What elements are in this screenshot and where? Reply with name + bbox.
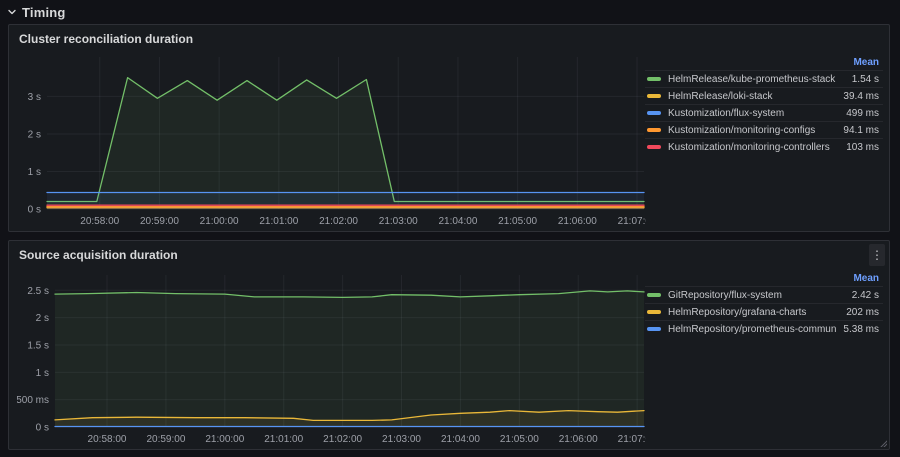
svg-text:2.5 s: 2.5 s [27, 286, 49, 297]
legend-rows: GitRepository/flux-system 2.42 s HelmRepos… [645, 286, 883, 337]
series-name: Kustomization/flux-system [668, 108, 840, 119]
series-color-swatch [647, 327, 661, 331]
legend-item[interactable]: HelmRepository/grafana-charts 202 ms [645, 303, 883, 320]
svg-text:20:59:00: 20:59:00 [140, 216, 179, 227]
legend-item[interactable]: Kustomization/flux-system 499 ms [645, 104, 883, 121]
series-color-swatch [647, 94, 661, 98]
series-color-swatch [647, 310, 661, 314]
series-mean-value: 1.54 s [852, 74, 879, 85]
series-name: Kustomization/monitoring-configs [668, 125, 837, 136]
svg-text:21:00:00: 21:00:00 [200, 216, 239, 227]
series-name: HelmRelease/loki-stack [668, 91, 837, 102]
svg-text:2 s: 2 s [36, 313, 49, 324]
svg-text:21:07:00: 21:07:00 [618, 216, 646, 227]
series-name: HelmRepository/prometheus-community [668, 324, 837, 335]
svg-text:21:07:00: 21:07:00 [618, 434, 646, 445]
row-header-timing[interactable]: Timing [6, 2, 66, 22]
legend-table: Mean GitRepository/flux-system 2.42 s Helm… [645, 271, 883, 337]
svg-text:21:01:00: 21:01:00 [264, 434, 303, 445]
svg-text:1 s: 1 s [28, 167, 41, 178]
panel-title[interactable]: Cluster reconciliation duration [9, 32, 193, 46]
panel-title[interactable]: Source acquisition duration [9, 248, 178, 262]
legend-item[interactable]: HelmRelease/kube-prometheus-stack 1.54 s [645, 70, 883, 87]
svg-text:21:03:00: 21:03:00 [379, 216, 418, 227]
legend-item[interactable]: HelmRepository/prometheus-community 5.38 … [645, 320, 883, 337]
svg-text:21:02:00: 21:02:00 [319, 216, 358, 227]
svg-text:21:06:00: 21:06:00 [559, 434, 598, 445]
time-series-plot[interactable]: 0 s 500 ms 1 s 1.5 s 2 s 2.5 s 20:58:00 20:59:0… [17, 269, 646, 449]
section-title: Timing [22, 5, 66, 20]
panel-menu-icon[interactable]: ⋮ [869, 244, 885, 266]
svg-text:21:03:00: 21:03:00 [382, 434, 421, 445]
svg-text:3 s: 3 s [28, 92, 41, 103]
series-mean-value: 5.38 ms [843, 324, 879, 335]
series-mean-value: 2.42 s [852, 290, 879, 301]
panel-resize-handle[interactable] [878, 438, 887, 447]
chevron-down-icon [6, 6, 18, 18]
svg-text:21:04:00: 21:04:00 [441, 434, 480, 445]
panel-cluster-reconciliation-duration: Cluster reconciliation duration 0 s 1 s 2 … [8, 24, 890, 232]
legend-rows: HelmRelease/kube-prometheus-stack1.54 sH… [645, 70, 883, 155]
series-mean-value: 499 ms [846, 108, 879, 119]
svg-text:20:59:00: 20:59:00 [146, 434, 185, 445]
legend-item[interactable]: GitRepository/flux-system 2.42 s [645, 286, 883, 303]
legend-mean-header[interactable]: Mean [645, 271, 883, 286]
svg-text:0 s: 0 s [28, 205, 41, 216]
svg-text:21:01:00: 21:01:00 [259, 216, 298, 227]
svg-text:21:05:00: 21:05:00 [498, 216, 537, 227]
panel-header: Cluster reconciliation duration [9, 25, 889, 53]
svg-text:21:00:00: 21:00:00 [205, 434, 244, 445]
series-color-swatch [647, 77, 661, 81]
series-mean-value: 103 ms [846, 142, 879, 153]
svg-text:21:05:00: 21:05:00 [500, 434, 539, 445]
chart-canvas[interactable]: 0 s 1 s 2 s 3 s 20:58:00 20:59:00 21:00:00 21:0… [17, 53, 646, 231]
svg-text:0 s: 0 s [36, 423, 49, 434]
series-color-swatch [647, 145, 661, 149]
series-name: HelmRepository/grafana-charts [668, 307, 840, 318]
chart-canvas[interactable]: 0 s 500 ms 1 s 1.5 s 2 s 2.5 s 20:58:00 20:59:0… [17, 269, 646, 449]
legend-item[interactable]: HelmRelease/loki-stack 39.4 ms [645, 87, 883, 104]
series-color-swatch [647, 293, 661, 297]
legend-table: Mean HelmRelease/kube-prometheus-stack 1.… [645, 55, 883, 155]
series-mean-value: 39.4 ms [843, 91, 879, 102]
svg-text:21:02:00: 21:02:00 [323, 434, 362, 445]
svg-text:20:58:00: 20:58:00 [88, 434, 127, 445]
series-mean-value: 202 ms [846, 307, 879, 318]
legend-mean-header[interactable]: Mean [645, 55, 883, 70]
series-color-swatch [647, 128, 661, 132]
series-mean-value: 94.1 ms [843, 125, 879, 136]
grafana-dashboard: Timing Cluster reconciliation duration 0… [0, 0, 900, 457]
time-series-plot[interactable]: 0 s 1 s 2 s 3 s 20:58:00 20:59:00 21:00:00 21:0… [17, 53, 646, 231]
legend-item[interactable]: Kustomization/monitoring-controllers 103 … [645, 138, 883, 155]
svg-text:1 s: 1 s [36, 368, 49, 379]
series-color-swatch [647, 111, 661, 115]
series-name: Kustomization/monitoring-controllers [668, 142, 840, 153]
panel-source-acquisition-duration: Source acquisition duration ⋮ 0 s 500 ms 1… [8, 240, 890, 450]
legend-item[interactable]: Kustomization/monitoring-configs 94.1 ms [645, 121, 883, 138]
svg-text:20:58:00: 20:58:00 [80, 216, 119, 227]
series-name: HelmRelease/kube-prometheus-stack [668, 74, 846, 85]
svg-text:2 s: 2 s [28, 129, 41, 140]
svg-text:21:04:00: 21:04:00 [438, 216, 477, 227]
panel-header: Source acquisition duration [9, 241, 889, 269]
svg-text:21:06:00: 21:06:00 [558, 216, 597, 227]
svg-text:500 ms: 500 ms [17, 395, 49, 406]
series-name: GitRepository/flux-system [668, 290, 846, 301]
svg-text:1.5 s: 1.5 s [27, 340, 49, 351]
